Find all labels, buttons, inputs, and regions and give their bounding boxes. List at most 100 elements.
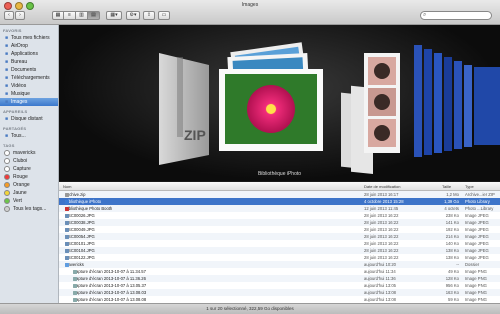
sidebar-item[interactable]: ■ Téléchargements xyxy=(0,74,58,82)
coverflow-view[interactable]: ZIP Bibliothèque iPhoto xyxy=(59,25,500,181)
action-button[interactable]: ⚙▾ xyxy=(126,11,140,20)
network-icon: ■ xyxy=(4,132,9,139)
png-icon xyxy=(73,284,77,288)
photo-booth-cover xyxy=(341,53,400,175)
file-name-cell: DSC00026.JPG xyxy=(65,213,95,218)
tag-color-icon xyxy=(4,174,10,180)
column-view-button[interactable]: ▥ xyxy=(76,11,88,20)
sidebar-item-label: Bureau xyxy=(11,59,28,65)
sidebar-item[interactable]: ■ Vidéos xyxy=(0,82,58,90)
column-header-size[interactable]: Taille xyxy=(442,184,451,189)
table-row[interactable]: Archive.zip 28 juin 2013 16:17 1,2 Mo Archi… xyxy=(59,191,500,198)
sidebar-item[interactable]: ■ Applications xyxy=(0,50,58,58)
sidebar-item-label: Documents xyxy=(11,67,37,73)
icon-view-button[interactable]: ▦ xyxy=(52,11,64,20)
table-row[interactable]: Capture d'écran 2013-10-07 à 11.36.26 auj… xyxy=(59,275,500,282)
sidebar-item[interactable]: ■ Musique xyxy=(0,90,58,98)
sidebar-section-tags: TAGS xyxy=(3,143,15,148)
file-name-cell: Bibliothèque iPhoto xyxy=(65,199,101,204)
sidebar-item[interactable]: Capture xyxy=(0,165,58,173)
table-row[interactable]: Bibliothèque Photo Booth 12 juin 2013 11:… xyxy=(59,205,500,212)
file-list: Nom Date de modification Taille Type Arc… xyxy=(59,182,500,303)
tags-button[interactable]: ▭ xyxy=(158,11,170,20)
sidebar-item[interactable]: mavericks xyxy=(0,149,58,157)
kind-cell: Image JPEG xyxy=(465,241,489,246)
share-button[interactable]: ⇪ xyxy=(143,11,155,20)
back-button[interactable]: ‹ xyxy=(4,11,14,20)
search-icon: ⌕ xyxy=(423,12,427,18)
column-header-kind[interactable]: Type xyxy=(465,184,474,189)
table-row[interactable]: Capture d'écran 2013-10-07 à 13.08.03 auj… xyxy=(59,289,500,296)
table-row[interactable]: DSC00101.JPG 28 juin 2013 16:22 140 Ko Imag… xyxy=(59,240,500,247)
sidebar-item[interactable]: Vert xyxy=(0,197,58,205)
file-name-label: Capture d'écran 2013-10-07 à 13.05.37 xyxy=(73,283,147,288)
sidebar-item[interactable]: ■ Bureau xyxy=(0,58,58,66)
date-modified-cell: aujourd'hui 13:05 xyxy=(364,283,396,288)
date-modified-cell: 4 octobre 2013 15:28 xyxy=(364,199,404,204)
pictures-icon: ■ xyxy=(4,98,9,105)
sidebar-item[interactable]: Tous les tags... xyxy=(0,205,58,213)
jpeg-icon xyxy=(65,242,69,246)
tag-color-icon xyxy=(4,150,10,156)
search-input[interactable]: ⌕ xyxy=(420,11,492,20)
tag-color-icon xyxy=(4,158,10,164)
table-row[interactable]: DSC00049.JPG 28 juin 2013 16:22 192 Ko Imag… xyxy=(59,226,500,233)
tags-list: mavericks Cluboi Capture Rouge Orange Jaune Ve… xyxy=(0,149,58,213)
sidebar-item-label: Téléchargements xyxy=(11,75,50,81)
coverflow-view-button[interactable]: ▤ xyxy=(88,11,100,20)
music-icon: ■ xyxy=(4,90,9,97)
sidebar-item[interactable]: ■ Tous mes fichiers xyxy=(0,34,58,42)
list-view-button[interactable]: ≡ xyxy=(64,11,76,20)
table-row[interactable]: Bibliothèque iPhoto 4 octobre 2013 15:28 1… xyxy=(59,198,500,205)
downloads-icon: ■ xyxy=(4,74,9,81)
size-cell: 1,2 Mo xyxy=(446,192,459,197)
sidebar-item[interactable]: Jaune xyxy=(0,189,58,197)
coverflow-view-icon: ▤ xyxy=(91,12,96,18)
date-modified-cell: aujourd'hui 10:20 xyxy=(364,262,396,267)
jpeg-icon xyxy=(65,256,69,260)
size-cell: 138 Ko xyxy=(445,255,459,260)
column-header-name[interactable]: Nom xyxy=(63,184,71,189)
table-row[interactable]: DSC00122.JPG 28 juin 2013 16:22 138 Ko Imag… xyxy=(59,254,500,261)
table-row[interactable]: Capture d'écran 2013-10-07 à 11.34.57 auj… xyxy=(59,268,500,275)
sidebar-item[interactable]: Orange xyxy=(0,181,58,189)
sidebar-item[interactable]: Rouge xyxy=(0,173,58,181)
table-row[interactable]: Capture d'écran 2013-10-07 à 13.08.08 auj… xyxy=(59,296,500,303)
table-row[interactable]: DSC00104.JPG 28 juin 2013 16:22 138 Ko Imag… xyxy=(59,247,500,254)
disk-icon: ■ xyxy=(4,115,9,122)
arrange-button[interactable]: ▦▾ xyxy=(106,11,122,20)
date-modified-cell: aujourd'hui 13:08 xyxy=(364,290,396,295)
airdrop-icon: ■ xyxy=(4,42,9,49)
sidebar-item[interactable]: ■ AirDrop xyxy=(0,42,58,50)
size-cell: 59 Ko xyxy=(448,297,459,302)
forward-button[interactable]: › xyxy=(15,11,25,20)
file-name-label: Capture d'écran 2013-10-07 à 11.36.26 xyxy=(73,276,146,281)
table-row[interactable]: DSC00026.JPG 28 juin 2013 16:22 238 Ko Imag… xyxy=(59,212,500,219)
iphoto-library-cover xyxy=(219,42,323,151)
table-row[interactable]: ▾ Mavericks aujourd'hui 10:20 -- Dossier xyxy=(59,261,500,268)
sidebar-item[interactable]: ■ Documents xyxy=(0,66,58,74)
file-name-cell: DSC00054.JPG xyxy=(65,234,95,239)
column-header-date[interactable]: Date de modification xyxy=(364,184,400,189)
size-cell: 128 Ko xyxy=(445,276,459,281)
sidebar-item-label: Vert xyxy=(13,198,22,204)
sidebar-item[interactable]: ■ Disque distant xyxy=(0,115,58,123)
sidebar-item-label: Tous... xyxy=(11,133,26,139)
tag-color-icon xyxy=(4,198,10,204)
sidebar-section-partages: PARTAGÉS xyxy=(3,126,27,131)
desktop-icon: ■ xyxy=(4,58,9,65)
sidebar-section-favoris: FAVORIS xyxy=(3,28,22,33)
sidebar-item[interactable]: ■ Tous... xyxy=(0,132,58,140)
sidebar-item[interactable]: Cluboi xyxy=(0,157,58,165)
iphoto-library-icon xyxy=(65,200,69,204)
size-cell: 141 Ko xyxy=(445,220,459,225)
coverflow-art: ZIP xyxy=(159,42,500,175)
table-row[interactable]: Capture d'écran 2013-10-07 à 13.05.37 auj… xyxy=(59,282,500,289)
file-name-label: Bibliothèque iPhoto xyxy=(65,199,102,204)
sidebar-item[interactable]: ■ Images xyxy=(0,98,58,106)
png-icon xyxy=(73,291,77,295)
sidebar-item-label: AirDrop xyxy=(11,43,28,49)
table-row[interactable]: DSC00038.JPG 28 juin 2013 16:22 141 Ko Imag… xyxy=(59,219,500,226)
table-row[interactable]: DSC00054.JPG 28 juin 2013 16:22 214 Ko Imag… xyxy=(59,233,500,240)
file-name-cell: DSC00101.JPG xyxy=(65,241,95,246)
